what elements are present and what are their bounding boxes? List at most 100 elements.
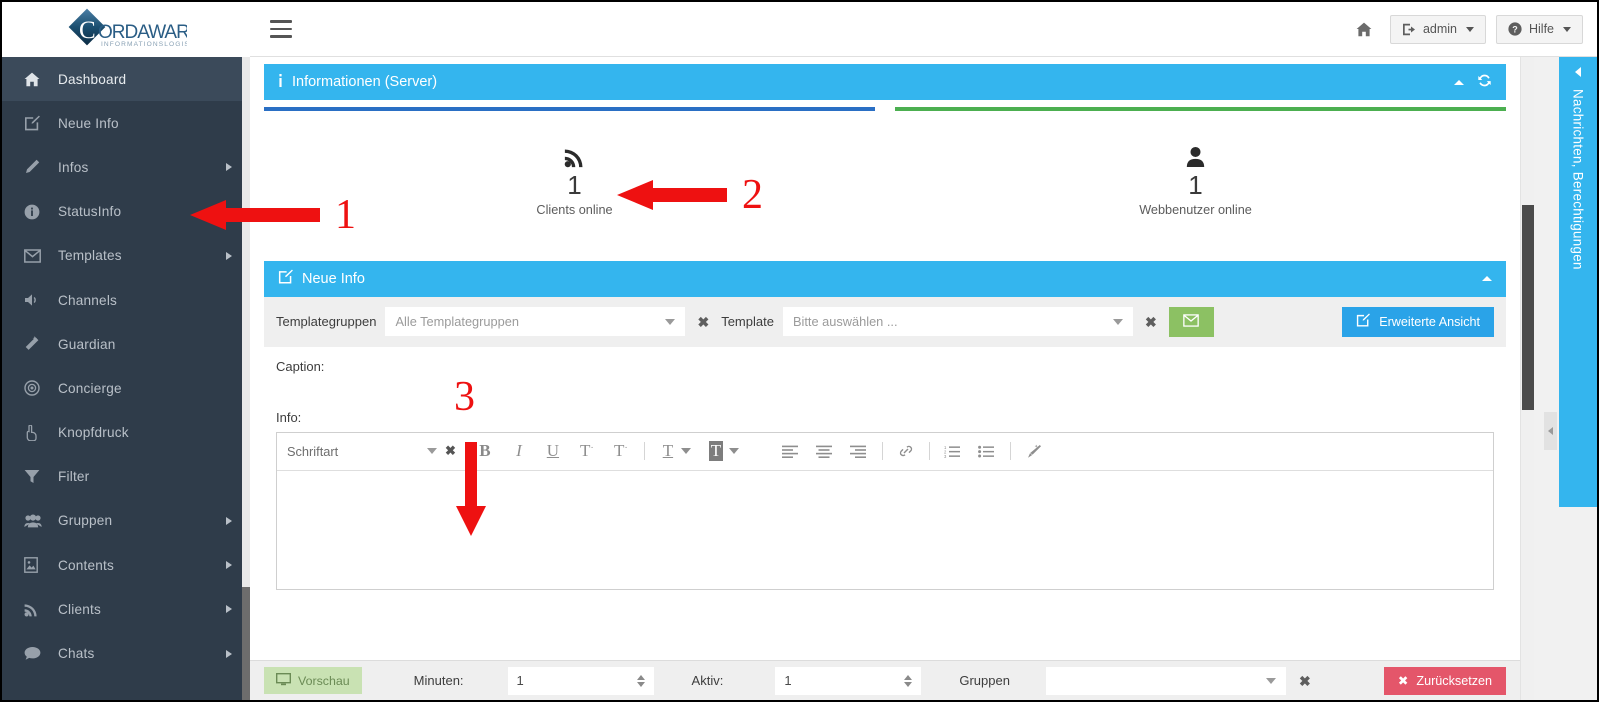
envelope-icon <box>1183 313 1199 330</box>
sidebar-scrollbar-track[interactable] <box>242 57 250 587</box>
preview-button[interactable]: Vorschau <box>264 667 362 694</box>
chevron-down-icon[interactable] <box>636 681 645 687</box>
highlight-color-icon[interactable]: T <box>699 437 733 465</box>
chevron-left-icon[interactable] <box>1575 67 1581 77</box>
sidebar-item-neue-info[interactable]: Neue Info <box>2 101 250 145</box>
svg-text:INFORMATIONSLOGISTIK: INFORMATIONSLOGISTIK <box>101 41 187 48</box>
superscript-icon[interactable]: T ˙ <box>570 437 604 465</box>
new-info-bottom-toolbar: Vorschau Minuten: 1 Aktiv: 1 Gruppen ✖ ✖ <box>250 660 1520 700</box>
rich-text-editor: Schriftart ✖ B I U T ˙ T ˙ T T 1 2 3 <box>276 431 1494 590</box>
ordered-list-icon[interactable]: 123 <box>936 437 970 465</box>
templategroups-select[interactable]: Alle Templategruppen <box>385 307 686 337</box>
sidebar-item-clients[interactable]: Clients <box>2 587 250 631</box>
send-mail-button[interactable] <box>1168 306 1214 337</box>
chevron-down-icon[interactable] <box>904 681 913 687</box>
chevron-right-icon <box>226 163 232 172</box>
new-info-panel-header: Neue Info <box>264 260 1506 297</box>
chevron-up-icon[interactable] <box>636 674 645 680</box>
sidebar-item-gruppen[interactable]: Gruppen <box>2 499 250 543</box>
align-center-icon[interactable] <box>808 437 842 465</box>
toolbar-divider <box>643 442 645 461</box>
align-left-icon[interactable] <box>774 437 808 465</box>
edit-square-icon <box>1356 313 1371 330</box>
chevron-right-icon <box>226 251 232 260</box>
advanced-view-button[interactable]: Erweiterte Ansicht <box>1342 306 1494 337</box>
active-stepper-arrows[interactable] <box>904 674 913 687</box>
pencil-icon <box>24 159 54 175</box>
bullseye-icon <box>24 380 54 397</box>
reset-button[interactable]: ✖ Zurücksetzen <box>1383 666 1506 695</box>
chevron-down-icon <box>1563 26 1571 32</box>
chevron-right-icon <box>226 561 232 570</box>
header-actions: admin ? Hilfe <box>1348 14 1597 44</box>
envelope-icon <box>24 249 54 263</box>
sidebar-item-dashboard[interactable]: Dashboard <box>2 57 250 102</box>
sidebar-scrollbar-thumb[interactable] <box>242 587 250 700</box>
server-information-panel-title: Informationen (Server) <box>292 74 438 90</box>
template-select[interactable]: Bitte auswählen ... <box>782 307 1133 337</box>
toolbar-divider <box>881 442 883 461</box>
align-right-icon[interactable] <box>842 437 876 465</box>
unordered-list-icon[interactable] <box>970 437 1004 465</box>
refresh-icon[interactable] <box>1477 73 1492 91</box>
main-content-scrollbar[interactable] <box>1520 57 1534 700</box>
user-menu-button[interactable]: admin <box>1389 14 1486 44</box>
chevron-down-icon <box>1465 26 1474 32</box>
speaker-icon <box>24 293 54 307</box>
logout-icon <box>1402 23 1415 35</box>
chevron-up-icon[interactable] <box>1482 276 1492 282</box>
template-clear-icon[interactable]: ✖ <box>1142 315 1160 329</box>
sidebar-item-label: Infos <box>58 159 89 175</box>
sidebar-item-contents[interactable]: Contents <box>2 543 250 587</box>
text-color-chevron-down-icon[interactable] <box>680 448 691 455</box>
editor-area[interactable] <box>277 470 1493 589</box>
sidebar-item-guardian[interactable]: Guardian <box>2 322 250 366</box>
new-info-panel: Neue Info Templategruppen Alle Templateg… <box>264 260 1506 590</box>
sidebar-item-templates[interactable]: Templates <box>2 234 250 278</box>
sidebar-item-knopfdruck[interactable]: Knopfdruck <box>2 411 250 455</box>
caption-input[interactable] <box>276 374 1494 400</box>
main-content-scrollbar-thumb[interactable] <box>1522 205 1534 410</box>
minutes-stepper[interactable]: 1 <box>507 666 654 695</box>
remove-format-icon[interactable] <box>1017 437 1051 465</box>
chevron-up-icon[interactable] <box>904 674 913 680</box>
bold-icon[interactable]: B <box>468 437 502 465</box>
font-family-select-value: Schriftart <box>287 443 339 459</box>
sidebar-item-concierge[interactable]: Concierge <box>2 366 250 410</box>
chevron-up-icon[interactable] <box>1454 79 1464 85</box>
highlight-color-chevron-down-icon[interactable] <box>728 448 739 455</box>
sidebar-item-label: Neue Info <box>58 115 119 131</box>
stat-label: Clients online <box>536 202 613 217</box>
clear-font-icon[interactable]: ✖ <box>445 443 456 459</box>
underline-icon[interactable]: U <box>536 437 570 465</box>
groups-select[interactable] <box>1045 666 1286 695</box>
brand-logo[interactable]: C ORDAWARE INFORMATIONSLOGISTIK <box>2 2 250 57</box>
right-sidebar-toggle[interactable]: Nachrichten, Berechtigungen <box>1559 57 1597 507</box>
home-icon[interactable] <box>1348 22 1380 37</box>
templategroups-clear-icon[interactable]: ✖ <box>694 315 712 329</box>
image-file-icon <box>24 557 54 574</box>
right-sidebar-handle[interactable] <box>1544 412 1557 450</box>
minutes-stepper-arrows[interactable] <box>636 674 645 687</box>
stat-label: Webbenutzer online <box>1139 202 1252 217</box>
cordaware-logo-icon: C ORDAWARE INFORMATIONSLOGISTIK <box>68 8 187 48</box>
sidebar-item-chats[interactable]: Chats <box>2 631 250 675</box>
sidebar-item-channels[interactable]: Channels <box>2 278 250 322</box>
text-color-icon[interactable]: T <box>651 437 685 465</box>
rss-icon <box>24 602 54 617</box>
font-family-select[interactable]: Schriftart <box>287 438 437 464</box>
subscript-icon[interactable]: T ˙ <box>604 437 638 465</box>
help-menu-button[interactable]: ? Hilfe <box>1495 14 1583 44</box>
sidebar-item-statusinfo[interactable]: StatusInfo <box>2 190 250 234</box>
sidebar-item-filter[interactable]: Filter <box>2 455 250 499</box>
sidebar-scrollbar[interactable] <box>242 57 250 700</box>
top-header-bar: C ORDAWARE INFORMATIONSLOGISTIK admin <box>2 2 1597 57</box>
sidebar-item-infos[interactable]: Infos <box>2 145 250 189</box>
chevron-down-icon <box>665 318 676 325</box>
menu-toggle-icon[interactable] <box>270 16 296 42</box>
active-stepper[interactable]: 1 <box>775 666 922 695</box>
groups-clear-icon[interactable]: ✖ <box>1296 674 1314 688</box>
italic-icon[interactable]: I <box>502 437 536 465</box>
link-icon[interactable] <box>889 437 923 465</box>
chevron-right-icon <box>226 605 232 614</box>
